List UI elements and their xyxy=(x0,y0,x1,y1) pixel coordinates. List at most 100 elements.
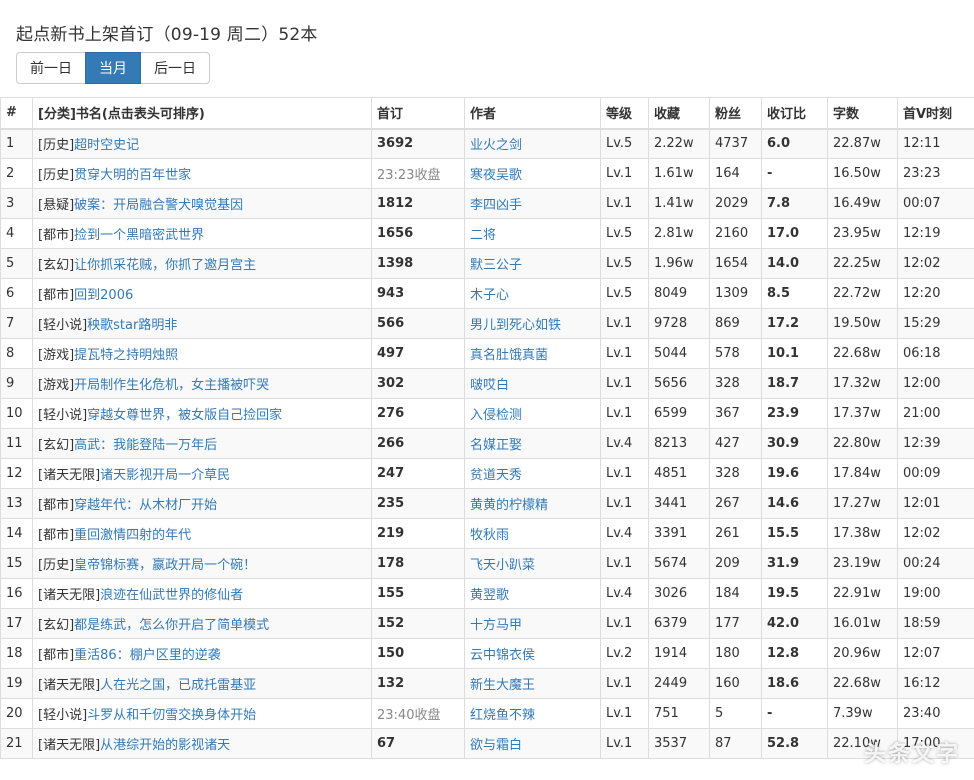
book-title-link[interactable]: 提瓦特之持明烛照 xyxy=(74,348,178,363)
ratio-cell: 12.8 xyxy=(761,638,828,669)
author-link[interactable]: 木子心 xyxy=(470,288,509,303)
fans-cell: 328 xyxy=(709,368,762,399)
col-header-words[interactable]: 字数 xyxy=(827,97,898,130)
row-index: 3 xyxy=(0,188,33,219)
author-link[interactable]: 名媒正娶 xyxy=(470,438,522,453)
ratio-cell: 6.0 xyxy=(761,128,828,159)
book-title-link[interactable]: 皇帝锦标赛，嬴政开局一个碗！ xyxy=(74,558,256,573)
author-link[interactable]: 业火之剑 xyxy=(470,138,522,153)
level-cell: Lv.1 xyxy=(600,158,649,189)
vip-time-cell: 19:00 xyxy=(897,578,974,609)
col-header-fans[interactable]: 粉丝 xyxy=(709,97,762,130)
author-link[interactable]: 默三公子 xyxy=(470,258,522,273)
vip-time-cell: 00:07 xyxy=(897,188,974,219)
category-label: [都市] xyxy=(38,288,75,303)
vip-time-cell: 21:00 xyxy=(897,398,974,429)
prev-day-button[interactable]: 前一日 xyxy=(16,52,86,84)
book-title-link[interactable]: 贯穿大明的百年世家 xyxy=(74,168,191,183)
book-title-link[interactable]: 从港综开始的影视诸天 xyxy=(100,738,230,753)
col-header-vip-time[interactable]: 首V时刻 xyxy=(897,97,974,130)
author-link[interactable]: 真名肚饿真菌 xyxy=(470,348,548,363)
vip-time-cell: 23:40 xyxy=(897,698,974,729)
category-label: [历史] xyxy=(38,168,75,183)
current-month-button[interactable]: 当月 xyxy=(85,52,141,84)
book-cell: [都市]回到2006 xyxy=(32,278,372,309)
words-cell: 7.39w xyxy=(827,698,898,729)
book-title-link[interactable]: 诸天影视开局一介草民 xyxy=(100,468,230,483)
author-link[interactable]: 李四凶手 xyxy=(470,198,522,213)
favorites-cell: 6599 xyxy=(648,398,710,429)
level-cell: Lv.1 xyxy=(600,398,649,429)
book-title-link[interactable]: 开局制作生化危机，女主播被吓哭 xyxy=(74,378,269,393)
author-link[interactable]: 黄翌歌 xyxy=(470,588,509,603)
level-cell: Lv.4 xyxy=(600,428,649,459)
first-sub-cell: 1398 xyxy=(371,248,465,279)
author-cell: 牧秋雨 xyxy=(464,518,601,549)
table-row: 4 [都市]捡到一个黑暗密武世界 1656 二将 Lv.5 2.81w 2160 17.0 23… xyxy=(0,218,974,249)
book-title-link[interactable]: 高武：我能登陆一万年后 xyxy=(74,438,217,453)
book-title-link[interactable]: 穿越年代：从木材厂开始 xyxy=(74,498,217,513)
fans-cell: 328 xyxy=(709,458,762,489)
author-link[interactable]: 飞天小趴菜 xyxy=(470,558,535,573)
first-sub-cell: 566 xyxy=(371,308,465,339)
vip-time-cell: 12:11 xyxy=(897,128,974,159)
book-cell: [游戏]开局制作生化危机，女主播被吓哭 xyxy=(32,368,372,399)
book-title-link[interactable]: 都是练武，怎么你开启了简单模式 xyxy=(74,618,269,633)
next-day-button[interactable]: 后一日 xyxy=(140,52,210,84)
category-label: [都市] xyxy=(38,528,75,543)
col-header-level[interactable]: 等级 xyxy=(600,97,649,130)
first-sub-cell: 497 xyxy=(371,338,465,369)
author-link[interactable]: 贫道天秀 xyxy=(470,468,522,483)
author-link[interactable]: 黄黄的柠檬精 xyxy=(470,498,548,513)
ratio-cell: 17.0 xyxy=(761,218,828,249)
author-link[interactable]: 啵哎白 xyxy=(470,378,509,393)
book-title-link[interactable]: 重回激情四射的年代 xyxy=(74,528,191,543)
row-index: 13 xyxy=(0,488,33,519)
author-link[interactable]: 新生大魔王 xyxy=(470,678,535,693)
book-title-link[interactable]: 重活86：棚户区里的逆袭 xyxy=(74,648,221,663)
first-sub-cell: 1656 xyxy=(371,218,465,249)
book-title-link[interactable]: 超时空史记 xyxy=(74,138,139,153)
first-sub-cell: 276 xyxy=(371,398,465,429)
author-link[interactable]: 红烧鱼不辣 xyxy=(470,708,535,723)
row-index: 21 xyxy=(0,728,33,759)
book-title-link[interactable]: 人在光之国，已成托雷基亚 xyxy=(100,678,256,693)
col-header-author[interactable]: 作者 xyxy=(464,97,601,130)
book-title-link[interactable]: 秧歌star路明非 xyxy=(87,318,177,333)
author-link[interactable]: 寒夜吴歌 xyxy=(470,168,522,183)
book-title-link[interactable]: 破案：开局融合警犬嗅觉基因 xyxy=(74,198,243,213)
author-link[interactable]: 云中锦衣侯 xyxy=(470,648,535,663)
favorites-cell: 5674 xyxy=(648,548,710,579)
words-cell: 22.68w xyxy=(827,668,898,699)
fans-cell: 427 xyxy=(709,428,762,459)
favorites-cell: 1.41w xyxy=(648,188,710,219)
col-header-index[interactable]: # xyxy=(0,97,33,130)
book-title-link[interactable]: 斗罗从和千仞雪交换身体开始 xyxy=(87,708,256,723)
col-header-first-sub[interactable]: 首订 xyxy=(371,97,465,130)
col-header-favorites[interactable]: 收藏 xyxy=(648,97,710,130)
favorites-cell: 9728 xyxy=(648,308,710,339)
author-link[interactable]: 十方马甲 xyxy=(470,618,522,633)
col-header-book[interactable]: [分类]书名(点击表头可排序) xyxy=(32,97,372,130)
book-title-link[interactable]: 回到2006 xyxy=(74,288,133,303)
col-header-ratio[interactable]: 收订比 xyxy=(761,97,828,130)
book-title-link[interactable]: 穿越女尊世界，被女版自己捡回家 xyxy=(87,408,282,423)
book-title-link[interactable]: 让你抓采花贼，你抓了邀月宫主 xyxy=(74,258,256,273)
first-sub-cell: 247 xyxy=(371,458,465,489)
author-link[interactable]: 男儿到死心如铁 xyxy=(470,318,561,333)
first-sub-cell: 150 xyxy=(371,638,465,669)
book-title-link[interactable]: 捡到一个黑暗密武世界 xyxy=(74,228,204,243)
level-cell: Lv.5 xyxy=(600,278,649,309)
fans-cell: 5 xyxy=(709,698,762,729)
author-link[interactable]: 欲与霜白 xyxy=(470,738,522,753)
author-link[interactable]: 入侵检测 xyxy=(470,408,522,423)
row-index: 5 xyxy=(0,248,33,279)
ratio-cell: 18.7 xyxy=(761,368,828,399)
author-link[interactable]: 二将 xyxy=(470,228,496,243)
table-row: 15 [历史]皇帝锦标赛，嬴政开局一个碗！ 178 飞天小趴菜 Lv.1 5674 209 3… xyxy=(0,548,974,579)
book-title-link[interactable]: 浪迹在仙武世界的修仙者 xyxy=(100,588,243,603)
ratio-cell: 19.6 xyxy=(761,458,828,489)
book-cell: [都市]穿越年代：从木材厂开始 xyxy=(32,488,372,519)
author-link[interactable]: 牧秋雨 xyxy=(470,528,509,543)
category-label: [轻小说] xyxy=(38,708,88,723)
